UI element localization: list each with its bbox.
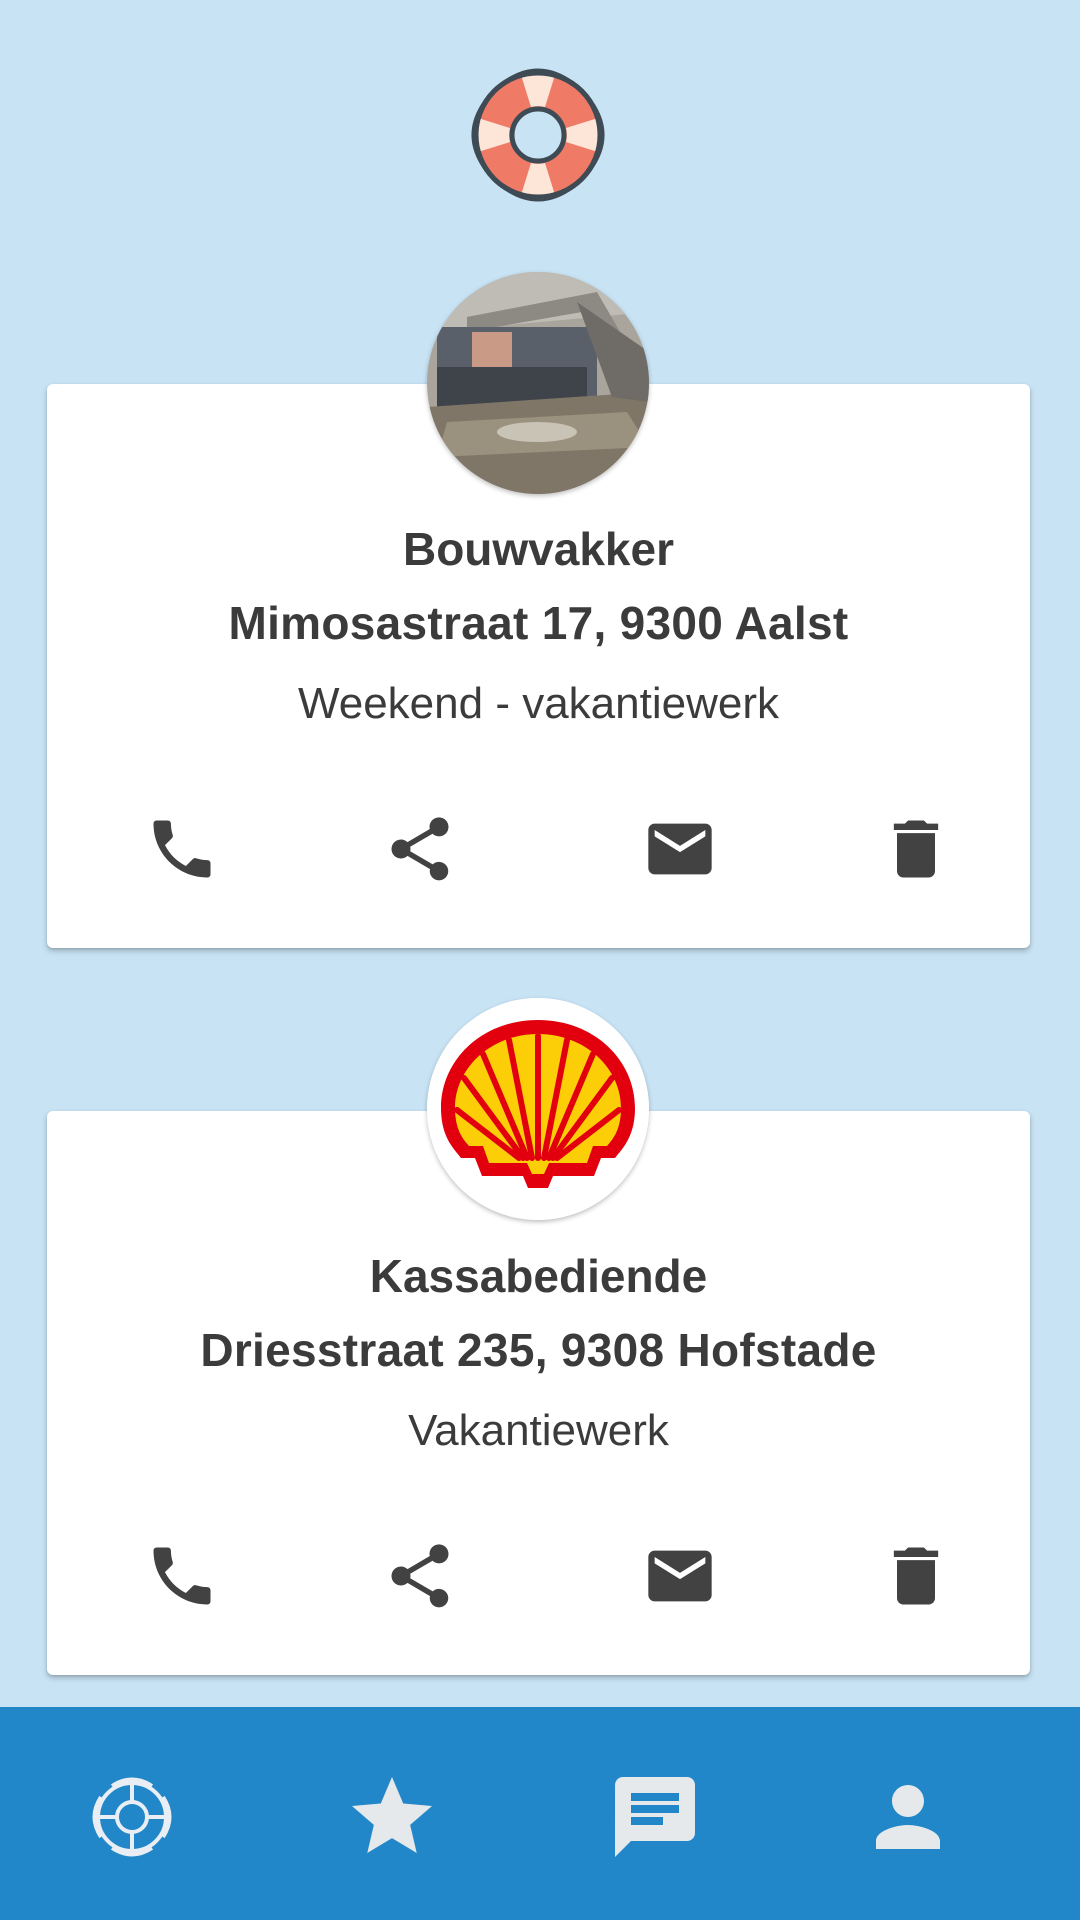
card-actions: [47, 1536, 1030, 1616]
phone-icon: [153, 1547, 211, 1605]
email-button[interactable]: [640, 1536, 720, 1616]
job-address: Mimosastraat 17, 9300 Aalst: [228, 597, 849, 649]
job-address: Driesstraat 235, 9308 Hofstade: [200, 1324, 877, 1376]
nav-favorites-button[interactable]: [342, 1767, 442, 1867]
chat-icon: [615, 1777, 695, 1857]
person-icon: [876, 1785, 940, 1849]
job-title: Bouwvakker: [402, 523, 674, 575]
nav-messages-button[interactable]: [605, 1767, 705, 1867]
call-button[interactable]: [142, 809, 222, 889]
nav-home-button[interactable]: [82, 1767, 182, 1867]
share-icon: [391, 817, 449, 881]
lifebuoy-logo-icon: [465, 62, 611, 208]
delete-icon: [893, 820, 939, 878]
delete-button[interactable]: [876, 1536, 956, 1616]
card-actions: [47, 809, 1030, 889]
construction-site-avatar: [427, 272, 649, 494]
job-type: Weekend - vakantiewerk: [298, 679, 779, 728]
bottom-navigation: [0, 1707, 1080, 1920]
share-icon: [391, 1544, 449, 1608]
mail-icon: [648, 823, 712, 875]
lifebuoy-icon: [92, 1777, 172, 1857]
share-button[interactable]: [380, 809, 460, 889]
call-button[interactable]: [142, 1536, 222, 1616]
mail-icon: [648, 1550, 712, 1602]
share-button[interactable]: [380, 1536, 460, 1616]
email-button[interactable]: [640, 809, 720, 889]
phone-icon: [153, 820, 211, 878]
delete-button[interactable]: [876, 809, 956, 889]
delete-icon: [893, 1547, 939, 1605]
shell-logo-avatar: [427, 998, 649, 1220]
job-type: Vakantiewerk: [408, 1406, 669, 1455]
nav-profile-button[interactable]: [858, 1767, 958, 1867]
job-title: Kassabediende: [369, 1250, 708, 1302]
star-icon: [352, 1777, 432, 1853]
